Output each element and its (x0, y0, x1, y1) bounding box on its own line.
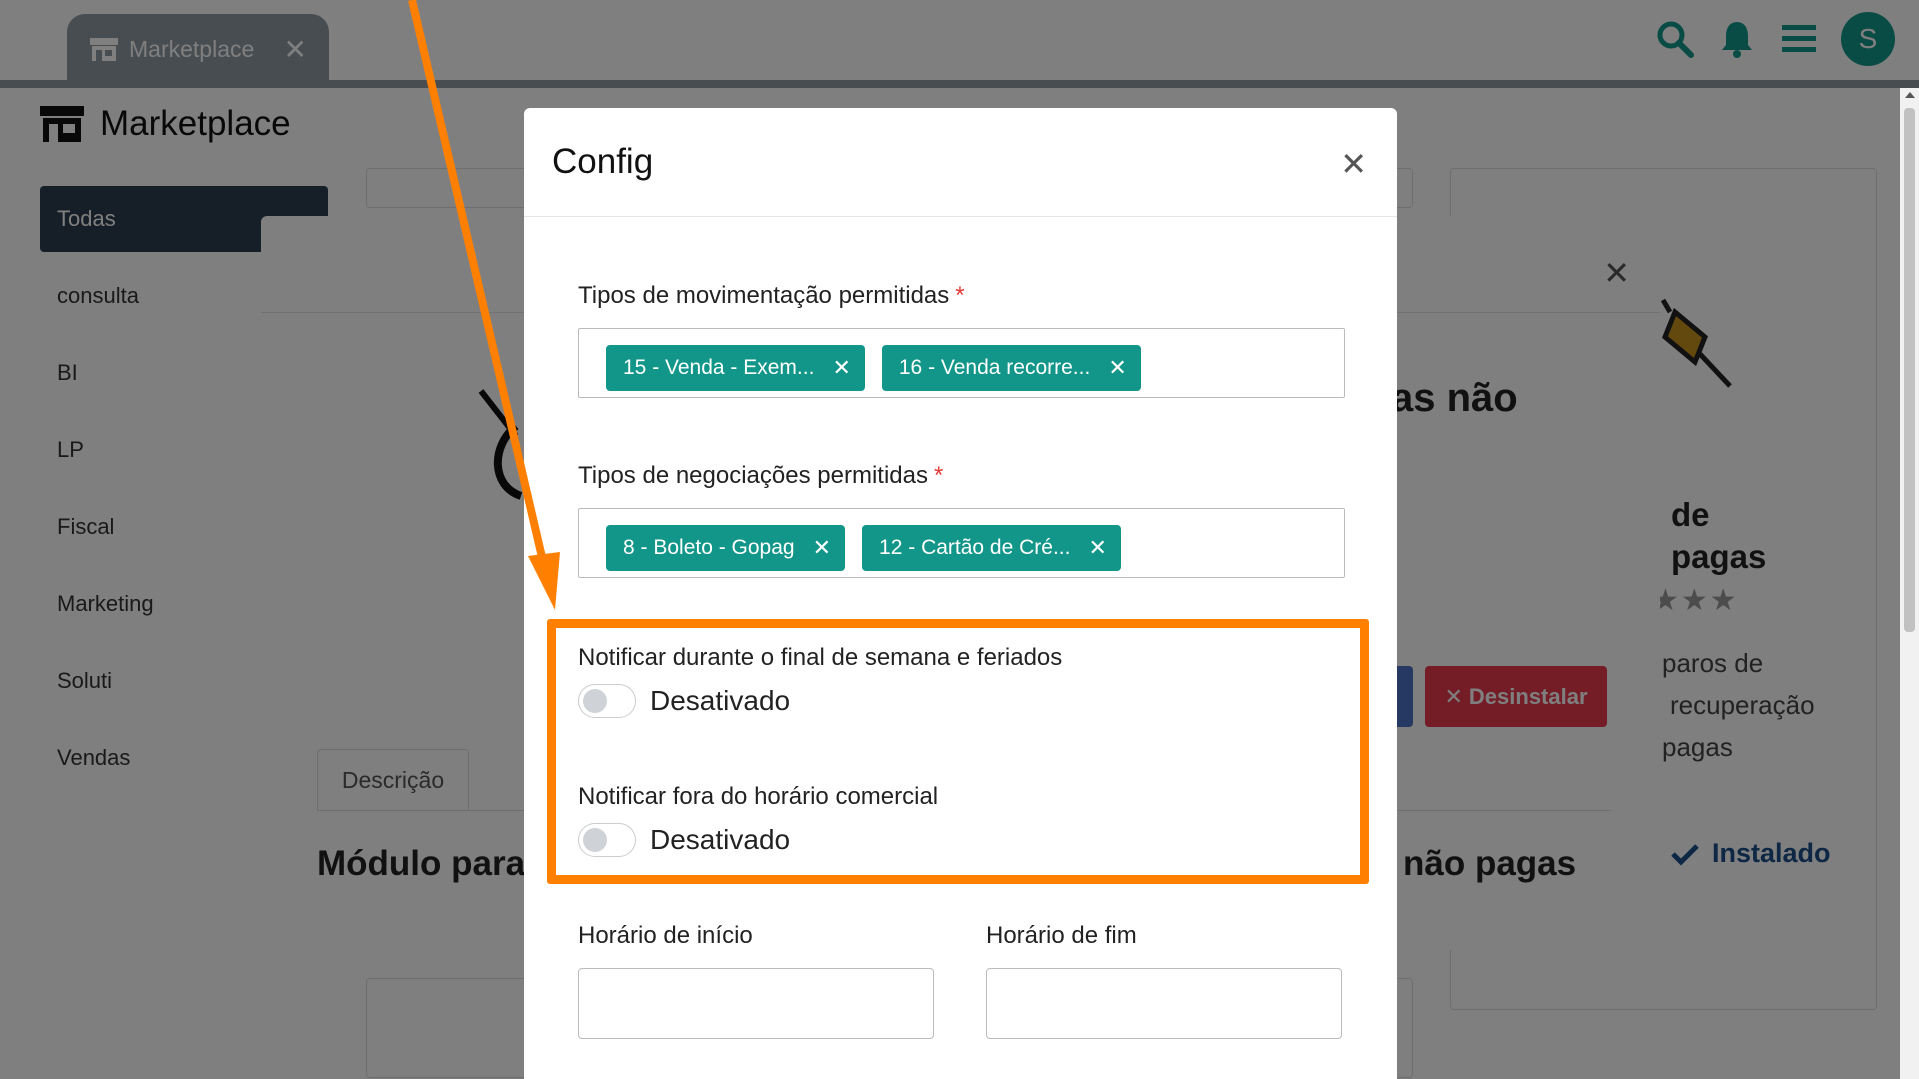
remove-chip-icon[interactable]: ✕ (832, 355, 850, 381)
scroll-up-arrow-icon[interactable] (1905, 92, 1915, 98)
selected-chip: 15 - Venda - Exem... ✕ (606, 345, 865, 391)
chip-label: 8 - Boleto - Gopag (623, 536, 795, 559)
negociacoes-multiselect[interactable]: 8 - Boleto - Gopag ✕ 12 - Cartão de Cré.… (578, 508, 1345, 578)
chip-label: 15 - Venda - Exem... (623, 356, 815, 379)
negociacoes-label-text: Tipos de negociações permitidas (578, 462, 928, 489)
chip-label: 16 - Venda recorre... (898, 356, 1091, 379)
movimentacao-multiselect[interactable]: 15 - Venda - Exem... ✕ 16 - Venda recorr… (578, 328, 1345, 398)
required-marker: * (933, 462, 944, 489)
remove-chip-icon[interactable]: ✕ (813, 535, 831, 561)
end-time-input[interactable] (986, 968, 1342, 1039)
modal-divider (524, 216, 1397, 217)
remove-chip-icon[interactable]: ✕ (1088, 535, 1106, 561)
start-time-label: Horário de início (578, 922, 753, 949)
movimentacao-label: Tipos de movimentação permitidas * (578, 282, 965, 310)
annotation-highlight-box (547, 619, 1369, 884)
remove-chip-icon[interactable]: ✕ (1108, 355, 1126, 381)
chip-label: 12 - Cartão de Cré... (879, 536, 1071, 559)
selected-chip: 8 - Boleto - Gopag ✕ (606, 525, 846, 571)
required-marker: * (955, 282, 965, 309)
scrollbar-thumb[interactable] (1904, 108, 1915, 632)
modal-title: Config (552, 142, 654, 181)
selected-chip: 16 - Venda recorre... ✕ (881, 345, 1141, 391)
movimentacao-label-text: Tipos de movimentação permitidas (578, 282, 950, 309)
start-time-input[interactable] (578, 968, 934, 1039)
config-modal: Config ✕ Tipos de movimentação permitida… (524, 108, 1397, 1079)
end-time-label: Horário de fim (986, 922, 1137, 949)
selected-chip: 12 - Cartão de Cré... ✕ (862, 525, 1121, 571)
close-icon[interactable]: ✕ (1340, 148, 1367, 180)
page-scrollbar[interactable] (1900, 88, 1919, 1079)
negociacoes-label: Tipos de negociações permitidas * (578, 462, 943, 490)
